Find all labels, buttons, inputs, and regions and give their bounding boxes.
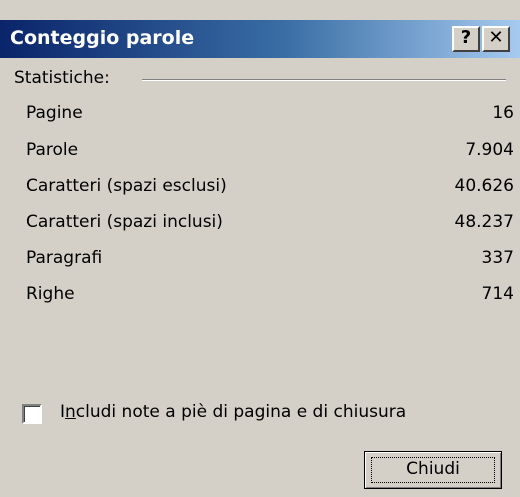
stat-row-chars-with-spaces: Caratteri (spazi inclusi) 48.237 xyxy=(26,212,514,238)
statistics-group-label: Statistiche: xyxy=(14,68,120,88)
include-notes-checkbox[interactable] xyxy=(22,404,42,424)
stat-row-words: Parole 7.904 xyxy=(26,140,514,166)
stat-row-pages: Pagine 16 xyxy=(26,103,514,129)
stat-label: Caratteri (spazi inclusi) xyxy=(26,212,223,232)
title-bar[interactable]: Conteggio parole ? ✕ xyxy=(0,20,520,58)
close-button[interactable]: Chiudi xyxy=(364,451,502,489)
stat-row-lines: Righe 714 xyxy=(26,284,514,310)
help-icon: ? xyxy=(460,27,472,48)
group-divider xyxy=(142,79,506,81)
stat-label: Caratteri (spazi esclusi) xyxy=(26,176,227,196)
stat-value: 714 xyxy=(481,284,514,304)
stat-value: 48.237 xyxy=(454,212,514,232)
include-notes-label[interactable]: Includi note a piè di pagina e di chiusu… xyxy=(60,402,406,422)
stat-value: 16 xyxy=(492,103,514,123)
stat-label: Righe xyxy=(26,284,75,304)
stat-label: Parole xyxy=(26,140,79,160)
stat-value: 7.904 xyxy=(465,140,514,160)
accelerator-key: n xyxy=(65,402,76,422)
stat-row-chars-no-spaces: Caratteri (spazi esclusi) 40.626 xyxy=(26,176,514,202)
close-window-button[interactable]: ✕ xyxy=(482,26,510,52)
word-count-dialog: Conteggio parole ? ✕ Statistiche: Pagine… xyxy=(0,0,520,497)
close-button-label: Chiudi xyxy=(406,459,460,479)
close-icon: ✕ xyxy=(488,27,504,48)
stat-label: Pagine xyxy=(26,103,83,123)
stat-row-paragraphs: Paragrafi 337 xyxy=(26,248,514,274)
dialog-title: Conteggio parole xyxy=(10,27,195,49)
label-part: cludi note a piè di pagina e di chiusura xyxy=(75,402,407,422)
stat-value: 40.626 xyxy=(454,176,514,196)
stat-label: Paragrafi xyxy=(26,248,103,268)
help-button[interactable]: ? xyxy=(452,26,480,52)
stat-value: 337 xyxy=(481,248,514,268)
